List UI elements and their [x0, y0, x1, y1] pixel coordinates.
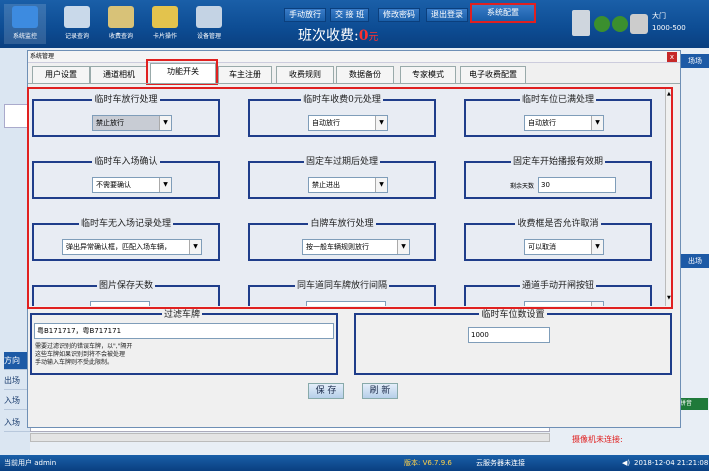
tab-highlight: [146, 59, 218, 85]
filter-plate-pane: 过滤车牌 粤B171717，粤B717171 需要过滤识别的错误车牌，以","隔…: [30, 310, 338, 375]
tab-owner-register[interactable]: 车主注册: [218, 66, 272, 83]
change-password-button[interactable]: 修改密码: [378, 8, 420, 22]
settings-highlight: [27, 87, 673, 309]
shift-handover-button[interactable]: 交 接 班: [330, 8, 370, 22]
shift-fee: 班次收费:0元: [298, 28, 379, 44]
status-s-icon: [594, 16, 610, 32]
current-user: 当前用户 admin: [4, 459, 57, 467]
filter-note: 需要过滤识别的错误车牌，以","隔开 这些车牌如果识别到将不会被处理 手动输入车…: [35, 343, 133, 366]
tab-data-backup[interactable]: 数据备份: [336, 66, 394, 83]
monitor-icon: [12, 6, 38, 28]
tab-channel-camera[interactable]: 通道相机: [90, 66, 148, 83]
status-bar: 当前用户 admin 版本: V6.7.9.6 云服务器未连接 ◀) 2018-…: [0, 455, 709, 471]
parking-space-input[interactable]: 1000: [468, 327, 550, 343]
save-button[interactable]: 保 存: [308, 383, 344, 399]
camera-status: 摄像机未连接:: [572, 435, 623, 444]
logout-button[interactable]: 退出登录: [426, 8, 468, 22]
device-icon: [196, 6, 222, 28]
manual-release-button[interactable]: 手动放行: [284, 8, 326, 22]
tab-etc-config[interactable]: 电子收费配置: [460, 66, 526, 83]
status-c-icon: [612, 16, 628, 32]
gate-icon: [630, 14, 648, 34]
tab-expert-mode[interactable]: 专家模式: [400, 66, 456, 83]
version-label: 版本: V6.7.9.6: [404, 459, 452, 467]
system-config-button[interactable]: 系统配置: [470, 3, 536, 23]
tab-user-settings[interactable]: 用户设置: [32, 66, 90, 83]
toolbar-fee-button[interactable]: 收费查询: [100, 4, 142, 44]
left-blank-panel: [4, 104, 28, 128]
dialog-title: 系统管理: [28, 51, 680, 63]
tab-fee-rules[interactable]: 收费规则: [276, 66, 334, 83]
datetime: 2018-12-04 21:21:08: [634, 459, 709, 467]
right-tab-exit[interactable]: 场场: [681, 54, 709, 68]
parking-space-pane: 临时车位数设置 1000: [354, 310, 672, 375]
toolbar-card-button[interactable]: 卡片操作: [144, 4, 186, 44]
system-management-dialog: 系统管理 x 用户设置 通道相机 功能开关 车主注册 收费规则 数据备份 专家模…: [27, 50, 681, 428]
server-icon: [572, 10, 590, 36]
money-icon: [108, 6, 134, 28]
left-panel: 方向 出场 入场 入场: [0, 48, 30, 455]
card-icon: [152, 6, 178, 28]
filter-plate-input[interactable]: 粤B171717，粤B717171: [34, 323, 334, 339]
cloud-status: 云服务器未连接: [476, 459, 525, 467]
horizontal-scrollbar[interactable]: [30, 433, 550, 442]
close-icon[interactable]: x: [667, 52, 677, 62]
refresh-button[interactable]: 刷 新: [362, 383, 398, 399]
record-icon: [64, 6, 90, 28]
toolbar-device-button[interactable]: 设备管理: [188, 4, 230, 44]
toolbar-records-button[interactable]: 记录查询: [56, 4, 98, 44]
speaker-icon: ◀): [622, 459, 631, 467]
toolbar-monitor-button[interactable]: 系统监控: [4, 4, 46, 44]
right-tab-out[interactable]: 出场: [681, 254, 709, 268]
top-toolbar: 系统监控 记录查询 收费查询 卡片操作 设备管理 手动放行 交 接 班 修改密码…: [0, 0, 709, 48]
gate-info: 大门 1000-500: [652, 12, 686, 32]
